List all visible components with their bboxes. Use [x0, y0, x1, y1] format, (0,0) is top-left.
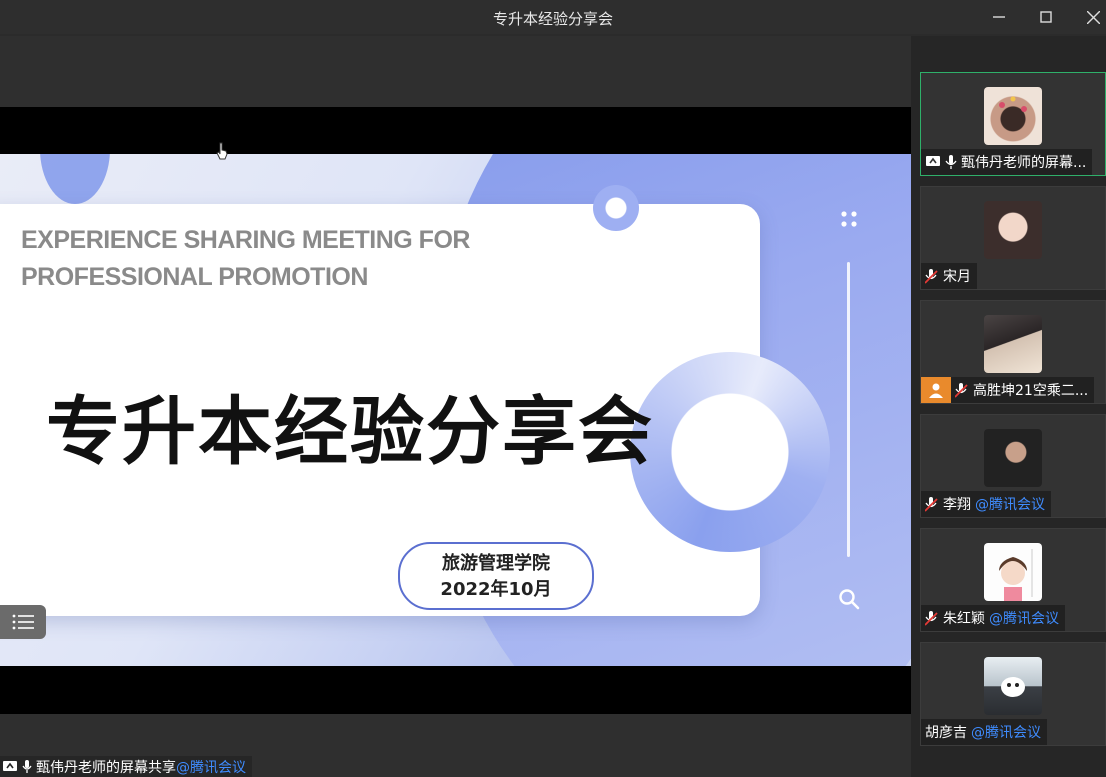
- chinese-title: 专升本经验分享会: [46, 389, 654, 475]
- participant-tag: @腾讯会议: [971, 725, 1041, 741]
- participant-name: 朱红颖: [943, 611, 985, 627]
- avatar-placeholder-icon: [921, 377, 951, 403]
- participant-tile[interactable]: 胡彦吉 @腾讯会议: [920, 642, 1106, 746]
- participant-tag: @腾讯会议: [989, 611, 1059, 627]
- window-title: 专升本经验分享会: [492, 10, 613, 28]
- hand-cursor-icon: [216, 142, 228, 160]
- slide-ring-decoration-small: [593, 185, 639, 231]
- participant-name: 李翔: [943, 497, 971, 513]
- avatar: [984, 315, 1042, 373]
- participant-name: 甄伟丹老师的屏幕...: [961, 155, 1087, 171]
- participant-tile[interactable]: 李翔 @腾讯会议: [920, 414, 1106, 518]
- close-icon: [1086, 10, 1100, 24]
- institution-name: 旅游管理学院: [442, 553, 550, 574]
- slide-decoration-blob-left: [40, 154, 110, 204]
- participant-tile[interactable]: 高胜坤21空乘二...: [920, 300, 1106, 404]
- grid-dots-icon[interactable]: [840, 210, 858, 228]
- letterbox-bottom: [0, 666, 911, 714]
- participant-tile[interactable]: 甄伟丹老师的屏幕...: [920, 72, 1106, 176]
- microphone-muted-icon: [925, 610, 938, 626]
- slide-date: 2022年10月: [440, 579, 552, 600]
- participant-panel: 甄伟丹老师的屏幕... 宋月 高胜坤21空乘二... 李翔 @腾讯会议 朱红颖 …: [911, 36, 1106, 777]
- avatar: [984, 543, 1042, 601]
- minimize-icon: [993, 16, 1005, 18]
- english-title-line2: PROFESSIONAL PROMOTION: [21, 263, 368, 291]
- maximize-icon: [1040, 11, 1052, 23]
- avatar: [984, 429, 1042, 487]
- screen-share-label: 甄伟丹老师的屏幕共享 @腾讯会议: [0, 756, 252, 777]
- screen-share-icon: [926, 156, 940, 166]
- presenter-tag: @腾讯会议: [176, 759, 246, 776]
- slide-list-button[interactable]: [0, 605, 46, 639]
- maximize-button[interactable]: [1023, 0, 1069, 34]
- minimize-button[interactable]: [976, 0, 1022, 34]
- slide-ring-decoration-large: [630, 352, 830, 552]
- microphone-icon: [22, 759, 32, 773]
- close-button[interactable]: [1070, 0, 1106, 34]
- participant-namebar: 宋月: [921, 263, 977, 289]
- microphone-icon: [945, 154, 957, 169]
- institution-badge: 旅游管理学院 2022年10月: [398, 542, 594, 610]
- participant-tile[interactable]: 宋月: [920, 186, 1106, 290]
- letterbox-top: [0, 107, 911, 154]
- participant-namebar: 甄伟丹老师的屏幕...: [921, 149, 1093, 175]
- participant-tag: @腾讯会议: [975, 497, 1045, 513]
- english-title-line1: EXPERIENCE SHARING MEETING FOR: [21, 226, 470, 254]
- participant-namebar: 胡彦吉 @腾讯会议: [921, 719, 1047, 745]
- avatar: [984, 87, 1042, 145]
- list-menu-icon: [12, 614, 34, 630]
- avatar: [984, 201, 1042, 259]
- screen-share-icon: [3, 760, 17, 771]
- avatar: [984, 657, 1042, 715]
- vertical-scroll-track[interactable]: [847, 262, 850, 557]
- participant-tile[interactable]: 朱红颖 @腾讯会议: [920, 528, 1106, 632]
- zoom-search-icon[interactable]: [838, 588, 860, 610]
- participant-namebar: 高胜坤21空乘二...: [921, 377, 1095, 403]
- microphone-muted-icon: [925, 496, 938, 512]
- participant-namebar: 李翔 @腾讯会议: [921, 491, 1051, 517]
- participant-name: 宋月: [943, 269, 971, 285]
- microphone-muted-icon: [955, 382, 968, 398]
- participant-name: 高胜坤21空乘二...: [973, 383, 1089, 399]
- english-title: EXPERIENCE SHARING MEETING FOR PROFESSIO…: [21, 222, 470, 296]
- microphone-muted-icon: [925, 268, 938, 284]
- title-bar: 专升本经验分享会: [0, 0, 1106, 34]
- participant-name: 胡彦吉: [925, 725, 967, 741]
- participant-namebar: 朱红颖 @腾讯会议: [921, 605, 1065, 631]
- presenter-share-name: 甄伟丹老师的屏幕共享: [36, 759, 176, 776]
